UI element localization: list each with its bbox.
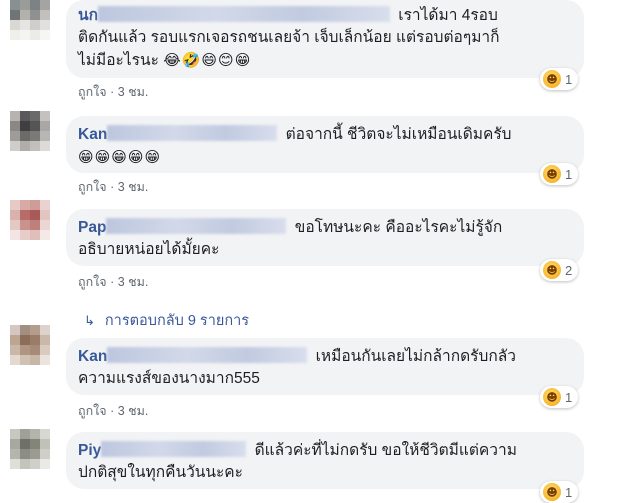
comment-bubble: Pap ขอโทษนะคะ คืออะไรคะไม่รู้จัก อธิบายห… xyxy=(66,209,584,266)
meta-separator: · xyxy=(110,180,115,194)
commenter-name[interactable]: Kan xyxy=(78,348,107,365)
comment-meta: ถูกใจ · 3 ชม. xyxy=(78,177,148,197)
comment-text: ขอโทษนะคะ คืออะไรคะไม่รู้จัก xyxy=(294,219,503,236)
reaction-count: 1 xyxy=(565,484,573,500)
commenter-name[interactable]: Pap xyxy=(78,219,106,236)
reaction-summary[interactable]: ☻ 1 xyxy=(540,68,579,90)
comment-line: Pap ขอโทษนะคะ คืออะไรคะไม่รู้จัก xyxy=(78,217,572,239)
meta-separator: · xyxy=(110,275,115,289)
timestamp[interactable]: 3 ชม. xyxy=(118,85,149,99)
blurred-name xyxy=(107,125,278,141)
comment-text: ต่อจากนี้ ชีวิตจะไม่เหมือนเดิมครับ xyxy=(285,126,512,143)
blurred-name xyxy=(101,441,247,457)
comment-bubble: นก เราได้มา 4รอบ ติดกันแล้ว รอบแรกเจอรถช… xyxy=(66,0,584,78)
commenter-name[interactable]: Piy xyxy=(78,442,101,459)
replies-label: การตอบกลับ 9 รายการ xyxy=(104,313,250,329)
reaction-summary[interactable]: ☻ 1 xyxy=(540,163,579,185)
emoji-group: 😁😁😁😁😁 xyxy=(78,148,162,166)
commenter-name[interactable]: Kan xyxy=(78,126,107,143)
haha-icon: ☻ xyxy=(543,483,561,501)
timestamp[interactable]: 3 ชม. xyxy=(118,275,149,289)
blurred-name xyxy=(106,218,287,234)
emoji-group: 😂🤣😄😊😁 xyxy=(163,51,252,69)
comment-line: Piy ดีแล้วค่ะที่ไม่กดรับ ขอให้ชีวิตมีแต่… xyxy=(78,440,572,462)
avatar[interactable] xyxy=(10,0,50,40)
comment-line: นก เราได้มา 4รอบ xyxy=(78,5,572,27)
commenter-name[interactable]: นก xyxy=(78,7,98,24)
meta-separator: · xyxy=(110,85,115,99)
meta-separator: · xyxy=(110,404,115,418)
reaction-summary[interactable]: ☻ 2 xyxy=(540,259,579,281)
comment-text: ปกติสุขในทุกคืนวันนะคะ xyxy=(78,464,243,481)
like-link[interactable]: ถูกใจ xyxy=(78,180,107,194)
reaction-count: 1 xyxy=(565,166,573,182)
avatar[interactable] xyxy=(10,429,50,469)
comment-bubble: Kan เหมือนกันเลยไม่กล้ากดรับกลัว ความแรง… xyxy=(66,338,584,395)
like-link[interactable]: ถูกใจ xyxy=(78,275,107,289)
comment-line: 😁😁😁😁😁 xyxy=(78,146,572,169)
reaction-summary[interactable]: ☻ 1 xyxy=(540,386,579,408)
timestamp[interactable]: 3 ชม. xyxy=(118,404,149,418)
blurred-name xyxy=(97,6,390,22)
reaction-summary[interactable]: ☻ 1 xyxy=(540,481,579,503)
avatar[interactable] xyxy=(10,325,50,365)
like-link[interactable]: ถูกใจ xyxy=(78,404,107,418)
comment-text: เราได้มา 4รอบ xyxy=(398,7,498,24)
haha-icon: ☻ xyxy=(543,388,561,406)
comment-text: เหมือนกันเลยไม่กล้ากดรับกลัว xyxy=(315,348,516,365)
timestamp[interactable]: 3 ชม. xyxy=(118,180,149,194)
comment-text: อธิบายหน่อยได้มั้ยคะ xyxy=(78,241,220,258)
comment-meta: ถูกใจ · 3 ชม. xyxy=(78,82,148,102)
comment-meta: ถูกใจ · 3 ชม. xyxy=(78,401,148,421)
avatar[interactable] xyxy=(10,200,50,240)
like-link[interactable]: ถูกใจ xyxy=(78,85,107,99)
comment-line: Kan เหมือนกันเลยไม่กล้ากดรับกลัว xyxy=(78,346,572,368)
comment-text: ติดกันแล้ว รอบแรกเจอรถชนเลยจ้า เจ็บเล็กน… xyxy=(78,29,500,46)
reaction-count: 2 xyxy=(565,262,573,278)
haha-icon: ☻ xyxy=(543,261,561,279)
reaction-count: 1 xyxy=(565,389,573,405)
blurred-name xyxy=(107,347,308,363)
comment-text: ความแรงส์ของนางมาก555 xyxy=(78,370,260,387)
comment-bubble: Kan ต่อจากนี้ ชีวิตจะไม่เหมือนเดิมครับ 😁… xyxy=(66,116,584,173)
reaction-count: 1 xyxy=(565,71,573,87)
haha-icon: ☻ xyxy=(543,165,561,183)
comment-line: Kan ต่อจากนี้ ชีวิตจะไม่เหมือนเดิมครับ xyxy=(78,124,572,146)
comment-bubble: Piy ดีแล้วค่ะที่ไม่กดรับ ขอให้ชีวิตมีแต่… xyxy=(66,432,584,489)
reply-arrow-icon: ↳ xyxy=(84,313,95,328)
avatar[interactable] xyxy=(10,111,50,151)
comment-text: ไม่มีอะไรนะ xyxy=(78,52,159,69)
comment-meta: ถูกใจ · 3 ชม. xyxy=(78,272,148,292)
haha-icon: ☻ xyxy=(543,70,561,88)
comment-line: ไม่มีอะไรนะ 😂🤣😄😊😁 xyxy=(78,49,572,72)
view-replies-link[interactable]: ↳ การตอบกลับ 9 รายการ xyxy=(84,309,249,332)
comment-text: ดีแล้วค่ะที่ไม่กดรับ ขอให้ชีวิตมีแต่ความ xyxy=(254,442,517,459)
